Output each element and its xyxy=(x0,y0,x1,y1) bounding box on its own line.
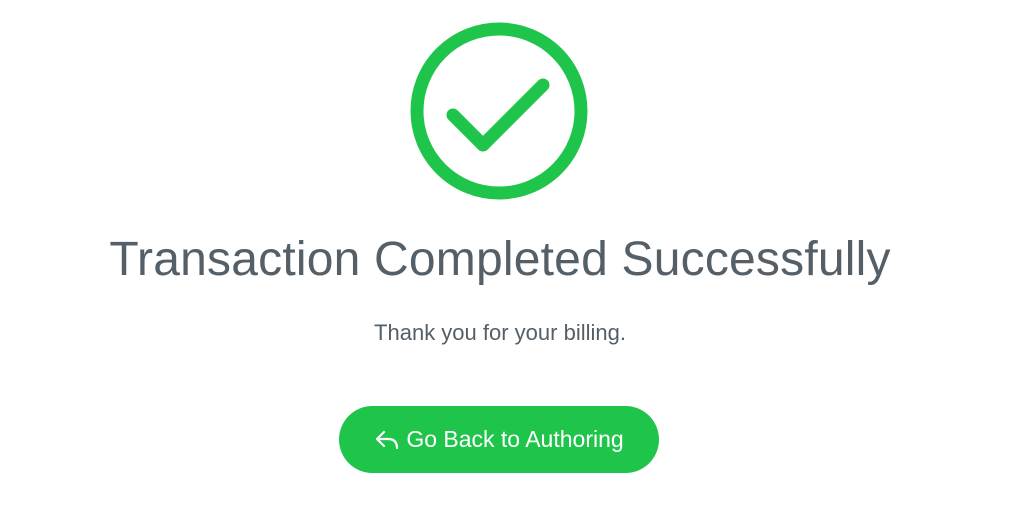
reply-arrow-icon xyxy=(374,429,400,451)
check-circle-icon xyxy=(409,21,589,201)
page-title: Transaction Completed Successfully xyxy=(109,233,891,286)
go-back-to-authoring-button[interactable]: Go Back to Authoring xyxy=(339,406,659,473)
go-back-label: Go Back to Authoring xyxy=(406,426,624,452)
confirmation-message: Thank you for your billing. xyxy=(374,320,626,345)
success-page: Transaction Completed Successfully Thank… xyxy=(0,0,1024,525)
